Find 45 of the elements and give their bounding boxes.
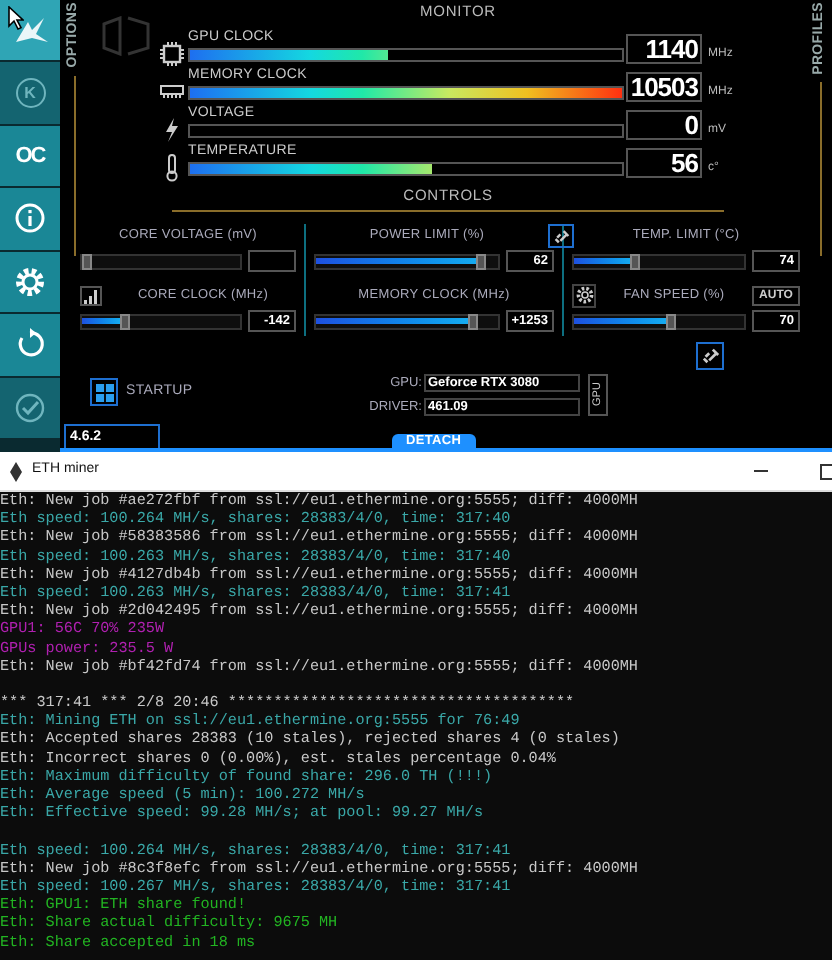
sidebar-button[interactable]: OC: [0, 125, 60, 187]
info-icon: [14, 202, 46, 235]
slider-thumb[interactable]: [467, 313, 478, 329]
chain-link-icon: [701, 346, 719, 364]
slider-fill: [574, 258, 634, 264]
link-button[interactable]: [696, 341, 724, 369]
value-display: 56: [626, 147, 702, 178]
sidebar-button[interactable]: [0, 251, 60, 313]
slider-thumb[interactable]: [119, 313, 129, 329]
hexagon-logo-icon: [100, 16, 152, 56]
fan-settings-button[interactable]: [572, 283, 596, 307]
logo-icon: [12, 14, 48, 47]
memory-icon: [160, 84, 184, 99]
value-display: 1140: [626, 33, 702, 64]
chain-link-icon: [553, 227, 569, 243]
slider-thumb[interactable]: [666, 313, 677, 329]
gear-icon: [575, 286, 593, 304]
thermometer-icon: [164, 153, 180, 182]
slider-thumb[interactable]: [630, 253, 640, 269]
value-field: [248, 250, 296, 272]
windows-icon: [95, 383, 113, 401]
slider-thumb[interactable]: [82, 253, 92, 269]
slider-track[interactable]: [80, 253, 242, 269]
lightning-icon: [164, 117, 180, 142]
slider-track[interactable]: [314, 253, 500, 269]
k-logo: K: [15, 78, 45, 109]
reset-icon: [14, 328, 46, 361]
value-display: 10503: [626, 71, 702, 102]
settings-icon: [14, 265, 46, 298]
check-icon: [14, 391, 46, 424]
slider-track[interactable]: [572, 253, 746, 269]
slider-fill: [82, 318, 122, 324]
slider-track[interactable]: [572, 313, 746, 329]
curve-editor-button[interactable]: [80, 285, 102, 305]
slider-track[interactable]: [80, 313, 242, 329]
slider-track[interactable]: [314, 313, 500, 329]
value-display: 0: [626, 109, 702, 140]
diamond-icon: [10, 461, 22, 481]
chip-icon: [160, 41, 184, 66]
link-button[interactable]: [548, 223, 574, 247]
cursor-icon: [8, 6, 24, 30]
maximize-icon[interactable]: [820, 463, 832, 479]
slider-thumb[interactable]: [475, 253, 486, 269]
signal-bars-icon: [84, 289, 98, 303]
sidebar-button[interactable]: [0, 0, 60, 61]
